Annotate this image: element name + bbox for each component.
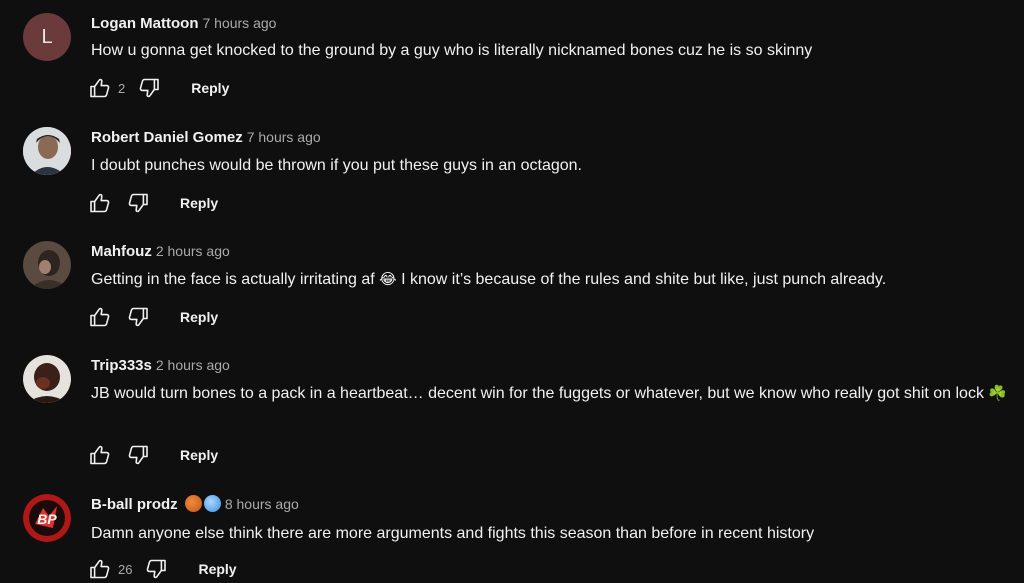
laughing-emoji: 😂 xyxy=(379,271,397,288)
comment-text-part: JB would turn bones to a pack in a heart… xyxy=(91,385,984,402)
comment-author[interactable]: Trip333s xyxy=(91,357,152,374)
reply-button[interactable]: Reply xyxy=(198,561,236,577)
author-badges xyxy=(184,495,221,512)
thumbs-down-icon[interactable] xyxy=(126,305,150,329)
comment-header: Logan Mattoon 7 hours ago xyxy=(91,13,276,34)
comment-time[interactable]: 2 hours ago xyxy=(156,357,230,373)
thumbs-up-icon[interactable] xyxy=(88,557,112,581)
comment-author[interactable]: Robert Daniel Gomez xyxy=(91,129,243,146)
reply-button[interactable]: Reply xyxy=(191,80,229,96)
comment-actions: Reply xyxy=(88,441,218,469)
comment-text-part: Getting in the face is actually irritati… xyxy=(91,271,380,288)
comment-text: I doubt punches would be thrown if you p… xyxy=(91,157,582,174)
svg-text:BP: BP xyxy=(37,511,57,527)
avatar-image xyxy=(23,127,71,175)
comment-text: Damn anyone else think there are more ar… xyxy=(91,525,815,542)
thumbs-down-icon[interactable] xyxy=(137,76,161,100)
thumbs-up-icon[interactable] xyxy=(88,191,112,215)
comment-author[interactable]: Logan Mattoon xyxy=(91,15,198,32)
comment-text-part: I know it’s because of the rules and shi… xyxy=(396,271,887,288)
comment-author[interactable]: B-ball prodz xyxy=(91,496,178,513)
avatar-image xyxy=(23,241,71,289)
avatar-image xyxy=(23,355,71,403)
reply-button[interactable]: Reply xyxy=(180,309,218,325)
comment-time[interactable]: 8 hours ago xyxy=(225,496,299,512)
comment-header: Mahfouz 2 hours ago xyxy=(91,241,230,262)
comment-actions: Reply xyxy=(88,189,218,217)
like-count: 2 xyxy=(118,80,126,96)
comment-actions: 26 Reply xyxy=(88,555,237,583)
comment-author[interactable]: Mahfouz xyxy=(91,243,152,260)
thumbs-down-icon[interactable] xyxy=(126,443,150,467)
comment-text: How u gonna get knocked to the ground by… xyxy=(91,42,813,59)
comment-time[interactable]: 7 hours ago xyxy=(202,15,276,31)
avatar[interactable] xyxy=(23,127,71,175)
thumbs-down-icon[interactable] xyxy=(144,557,168,581)
like-count: 26 xyxy=(118,561,133,577)
comment-header: B-ball prodz 8 hours ago xyxy=(91,494,299,515)
avatar-image: BP xyxy=(23,494,71,542)
thumbs-up-icon[interactable] xyxy=(88,76,112,100)
avatar[interactable]: L xyxy=(23,13,71,61)
comment-text: Getting in the face is actually irritati… xyxy=(91,268,1011,292)
avatar-letter: L xyxy=(41,25,53,48)
cold-face-icon xyxy=(203,495,221,512)
thumbs-down-icon[interactable] xyxy=(126,191,150,215)
shamrock-emoji: ☘️ xyxy=(988,385,1008,402)
comment-actions: 2 Reply xyxy=(88,74,229,102)
comment-actions: Reply xyxy=(88,303,218,331)
comment-header: Trip333s 2 hours ago xyxy=(91,355,230,376)
comment-time[interactable]: 2 hours ago xyxy=(156,243,230,259)
reply-button[interactable]: Reply xyxy=(180,447,218,463)
comment-time[interactable]: 7 hours ago xyxy=(247,129,321,145)
thumbs-up-icon[interactable] xyxy=(88,443,112,467)
avatar[interactable] xyxy=(23,355,71,403)
thumbs-up-icon[interactable] xyxy=(88,305,112,329)
reply-button[interactable]: Reply xyxy=(180,195,218,211)
comment-text: JB would turn bones to a pack in a heart… xyxy=(91,382,1011,406)
avatar[interactable] xyxy=(23,241,71,289)
comment-header: Robert Daniel Gomez 7 hours ago xyxy=(91,127,321,148)
basketball-icon xyxy=(184,495,202,512)
avatar[interactable]: BP xyxy=(23,494,71,542)
